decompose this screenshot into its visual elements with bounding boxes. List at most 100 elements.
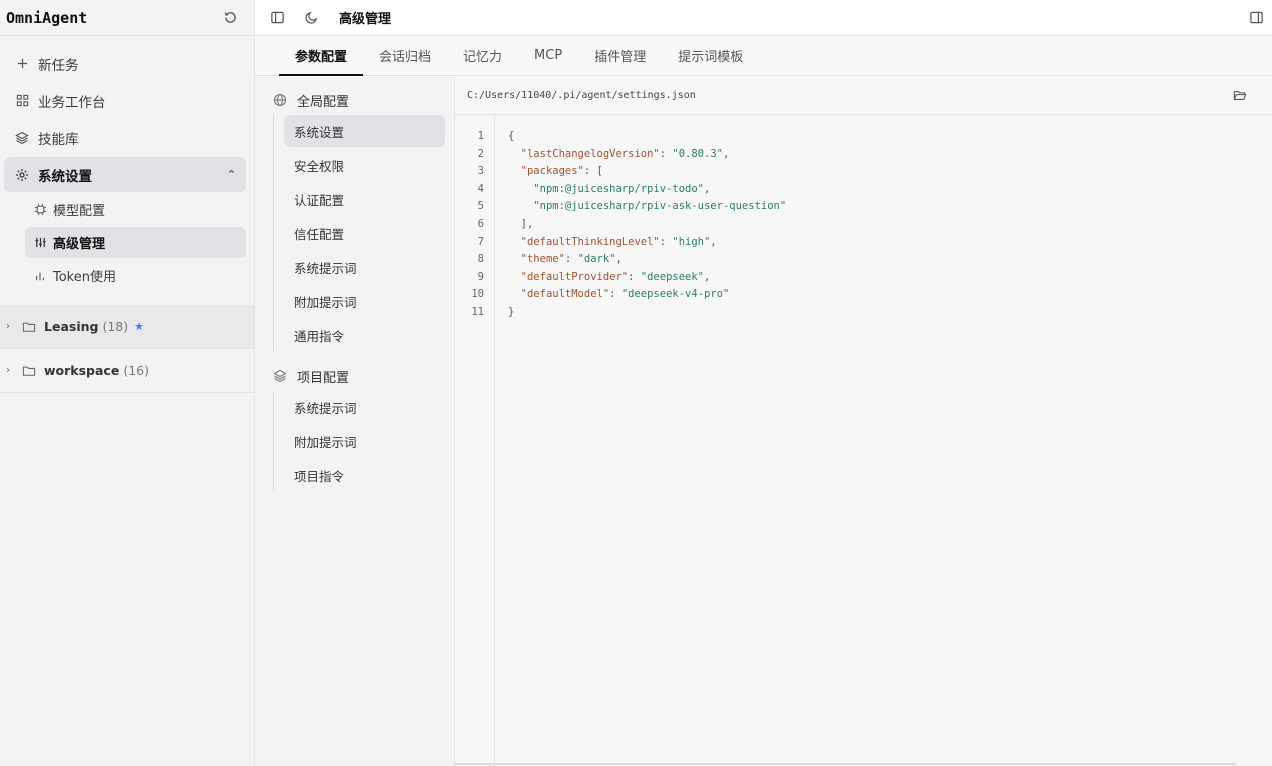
top-bar: 高级管理 bbox=[255, 0, 1272, 36]
tree-group-label: 项目配置 bbox=[297, 370, 350, 386]
horizontal-scrollbar[interactable] bbox=[455, 763, 1236, 765]
json-punctuation: ], bbox=[520, 217, 534, 230]
tree-item-security[interactable]: 安全权限 bbox=[284, 149, 445, 181]
line-number: 1 bbox=[477, 130, 484, 142]
json-editor[interactable]: C:/Users/11040/.pi/agent/settings.json 1… bbox=[455, 77, 1272, 766]
tree-item-project-instructions[interactable]: 项目指令 bbox=[284, 459, 445, 491]
json-punctuation: , bbox=[615, 253, 622, 266]
line-number: 10 bbox=[471, 288, 484, 301]
tree-item-trust[interactable]: 信任配置 bbox=[284, 217, 445, 249]
json-string: "dark" bbox=[577, 253, 616, 266]
json-punctuation: { bbox=[508, 130, 515, 142]
code-line: "defaultThinkingLevel": "high", bbox=[508, 234, 786, 252]
json-string: "deepseek" bbox=[640, 270, 704, 283]
json-string: "0.80.3" bbox=[672, 147, 723, 160]
bar-chart-icon bbox=[33, 269, 47, 283]
grid-icon bbox=[14, 93, 30, 109]
sidebar-subitem-label: 高级管理 bbox=[53, 237, 106, 252]
tree-group-global[interactable]: 全局配置 bbox=[255, 89, 454, 111]
sidebar-subitem-label: 模型配置 bbox=[53, 204, 106, 219]
line-number-gutter: 1 2 3 4 5 6 7 8 9 10 11 bbox=[455, 115, 495, 766]
line-number: 9 bbox=[477, 270, 484, 283]
json-key: "defaultModel" bbox=[520, 288, 610, 301]
sidebar: OmniAgent 新任务 业务工作台 技能库 系统设置 ⌃ 模型配置 高级管理… bbox=[0, 0, 255, 766]
tree-item-project-extra-prompt[interactable]: 附加提示词 bbox=[284, 425, 445, 457]
code-content[interactable]: { "lastChangelogVersion": "0.80.3", "pac… bbox=[495, 115, 786, 766]
code-line: "packages": [ bbox=[508, 163, 786, 181]
moon-icon[interactable] bbox=[299, 6, 323, 30]
globe-icon bbox=[273, 92, 289, 108]
layers-icon bbox=[273, 368, 289, 384]
folder-icon bbox=[22, 319, 38, 335]
line-number: 5 bbox=[477, 200, 484, 213]
tree-list-global: 系统设置 安全权限 认证配置 信任配置 系统提示词 附加提示词 通用指令 bbox=[273, 115, 454, 351]
folder-count: (16) bbox=[123, 363, 149, 378]
star-icon: ★ bbox=[134, 320, 144, 333]
layers-icon bbox=[14, 130, 30, 146]
tab-mcp[interactable]: MCP bbox=[518, 36, 578, 75]
json-string: "npm:@juicesharp/rpiv-ask-user-question" bbox=[533, 200, 787, 213]
json-separator: : bbox=[628, 270, 641, 283]
json-separator: : bbox=[659, 147, 673, 160]
code-line: { bbox=[508, 128, 786, 146]
line-number: 3 bbox=[477, 165, 484, 178]
json-separator: : bbox=[583, 165, 597, 178]
json-punctuation: [ bbox=[596, 165, 603, 178]
folder-row[interactable]: › workspace (16) bbox=[0, 349, 254, 393]
tab-prompt-templates[interactable]: 提示词模板 bbox=[662, 36, 759, 75]
sidebar-toggle-icon[interactable] bbox=[265, 6, 289, 30]
json-key: "defaultThinkingLevel" bbox=[520, 235, 660, 248]
line-number: 7 bbox=[477, 235, 484, 248]
editor-header: C:/Users/11040/.pi/agent/settings.json bbox=[455, 77, 1272, 115]
refresh-icon[interactable] bbox=[218, 6, 242, 30]
tree-item-system-settings[interactable]: 系统设置 bbox=[284, 115, 445, 147]
chevron-right-icon[interactable]: › bbox=[6, 365, 16, 376]
code-area[interactable]: 1 2 3 4 5 6 7 8 9 10 11 { "lastChangelogVersion": … bbox=[455, 115, 1272, 766]
folder-name: workspace bbox=[44, 363, 120, 378]
json-string: "high" bbox=[672, 235, 711, 248]
json-punctuation: , bbox=[722, 147, 730, 160]
tab-memory[interactable]: 记忆力 bbox=[447, 36, 518, 75]
sidebar-item-label: 业务工作台 bbox=[38, 94, 106, 111]
sidebar-item-skills[interactable]: 技能库 bbox=[4, 120, 246, 155]
line-number: 4 bbox=[477, 182, 484, 195]
sidebar-nav: 新任务 业务工作台 技能库 系统设置 ⌃ 模型配置 高级管理 Token使用 bbox=[0, 36, 254, 291]
tree-item-extra-prompt[interactable]: 附加提示词 bbox=[284, 285, 445, 317]
tree-item-project-system-prompt[interactable]: 系统提示词 bbox=[284, 391, 445, 423]
chevron-up-icon[interactable]: ⌃ bbox=[227, 168, 236, 181]
tree-item-auth[interactable]: 认证配置 bbox=[284, 183, 445, 215]
sidebar-subitem-advanced[interactable]: 高级管理 bbox=[25, 227, 246, 258]
tree-group-label: 全局配置 bbox=[297, 94, 350, 110]
code-line: "lastChangelogVersion": "0.80.3", bbox=[508, 146, 786, 164]
json-separator: : bbox=[564, 253, 578, 266]
sidebar-subitem-token-usage[interactable]: Token使用 bbox=[25, 260, 246, 291]
folder-open-icon[interactable] bbox=[1228, 84, 1252, 108]
json-string: "npm:@juicesharp/rpiv-todo" bbox=[533, 182, 704, 195]
tree-item-system-prompt[interactable]: 系统提示词 bbox=[284, 251, 445, 283]
folder-count: (18) bbox=[102, 319, 129, 334]
folder-list: › Leasing (18) ★ › workspace (16) bbox=[0, 305, 254, 393]
folder-row[interactable]: › Leasing (18) ★ bbox=[0, 305, 254, 349]
sidebar-subitem-label: Token使用 bbox=[53, 270, 116, 285]
sidebar-item-workbench[interactable]: 业务工作台 bbox=[4, 83, 246, 118]
config-tree: 全局配置 系统设置 安全权限 认证配置 信任配置 系统提示词 附加提示词 通用指… bbox=[255, 77, 455, 766]
tree-item-common-instructions[interactable]: 通用指令 bbox=[284, 319, 445, 351]
code-line: "npm:@juicesharp/rpiv-ask-user-question" bbox=[508, 198, 786, 216]
sidebar-item-label: 技能库 bbox=[38, 131, 79, 148]
plus-icon bbox=[14, 56, 30, 72]
tab-session-archive[interactable]: 会话归档 bbox=[363, 36, 447, 75]
sidebar-subitem-model-config[interactable]: 模型配置 bbox=[25, 194, 246, 225]
json-punctuation: } bbox=[508, 305, 515, 318]
tab-plugins[interactable]: 插件管理 bbox=[578, 36, 662, 75]
chevron-right-icon[interactable]: › bbox=[6, 321, 16, 332]
tree-group-project[interactable]: 项目配置 bbox=[255, 365, 454, 387]
app-title: OmniAgent bbox=[6, 8, 88, 27]
sidebar-item-new-task[interactable]: 新任务 bbox=[4, 46, 246, 81]
line-number: 6 bbox=[477, 217, 484, 230]
gear-icon bbox=[14, 167, 30, 183]
json-punctuation: , bbox=[703, 182, 711, 195]
right-panel-toggle-icon[interactable] bbox=[1244, 6, 1268, 30]
tab-parameters[interactable]: 参数配置 bbox=[279, 36, 364, 76]
sidebar-item-system-settings[interactable]: 系统设置 ⌃ bbox=[4, 157, 246, 192]
json-key: "defaultProvider" bbox=[520, 270, 629, 283]
